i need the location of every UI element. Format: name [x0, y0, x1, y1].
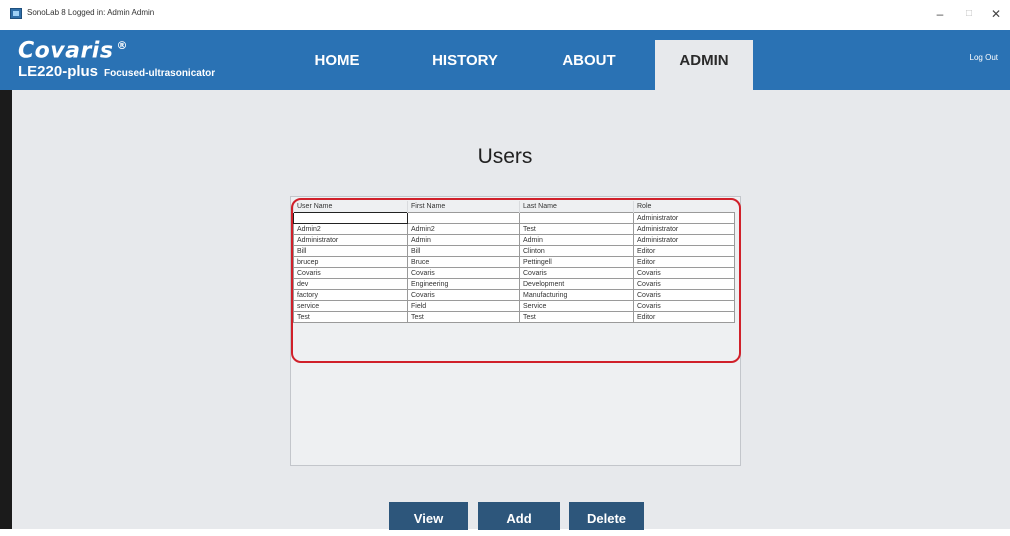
table-row[interactable]: Covaris Covaris Covaris Covaris	[293, 267, 735, 279]
last-name-cell[interactable]: Development	[519, 278, 634, 290]
first-name-cell[interactable]: Covaris	[407, 289, 520, 301]
table-row[interactable]: brucep Bruce Pettingell Editor	[293, 256, 735, 268]
user-name-cell[interactable]: Admin2	[293, 223, 408, 235]
col-header-first-name[interactable]: First Name	[407, 201, 520, 213]
first-name-cell[interactable]: Bruce	[407, 256, 520, 268]
table-row[interactable]: Test Test Test Editor	[293, 311, 735, 323]
first-name-cell[interactable]: Bill	[407, 245, 520, 257]
first-name-cell[interactable]: Admin	[407, 234, 520, 246]
close-button[interactable]: ✕	[984, 6, 1008, 22]
col-header-user-name[interactable]: User Name	[293, 201, 408, 213]
table-row[interactable]: Bill Bill Clinton Editor	[293, 245, 735, 257]
role-cell[interactable]: Covaris	[633, 267, 735, 279]
user-name-cell[interactable]: dev	[293, 278, 408, 290]
nav-home[interactable]: HOME	[282, 30, 392, 90]
first-name-cell[interactable]: Covaris	[407, 267, 520, 279]
user-name-cell[interactable]: Covaris	[293, 267, 408, 279]
user-name-cell[interactable]: Bill	[293, 245, 408, 257]
users-table-body: Administrator Admin2 Admin2 Test Administrat…	[293, 212, 735, 323]
role-cell[interactable]: Administrator	[633, 212, 735, 224]
first-name-cell[interactable]: Admin2	[407, 223, 520, 235]
first-name-cell[interactable]: Engineering	[407, 278, 520, 290]
registered-mark: ®	[116, 39, 128, 52]
brand-model: LE220-plus	[18, 63, 99, 81]
last-name-cell[interactable]: Test	[519, 223, 634, 235]
last-name-cell[interactable]: Service	[519, 300, 634, 312]
delete-button[interactable]: Delete	[569, 502, 644, 530]
role-cell[interactable]: Editor	[633, 311, 735, 323]
brand-description: Focused-ultrasonicator	[104, 68, 216, 80]
role-cell[interactable]: Covaris	[633, 300, 735, 312]
window-title-bar: SonoLab 8 Logged in: Admin Admin – □ ✕	[0, 0, 1010, 30]
nav-history[interactable]: HISTORY	[405, 30, 525, 90]
view-button[interactable]: View	[389, 502, 468, 530]
brand-logo: Covaris ® LE220-plus Focused-ultrasonicato…	[18, 32, 215, 83]
table-row[interactable]: Administrator	[293, 212, 735, 224]
last-name-cell[interactable]	[519, 212, 634, 224]
last-name-cell[interactable]: Covaris	[519, 267, 634, 279]
logout-link[interactable]: Log Out	[970, 53, 998, 62]
first-name-cell[interactable]	[407, 212, 520, 224]
table-row[interactable]: service Field Service Covaris	[293, 300, 735, 312]
first-name-cell[interactable]: Field	[407, 300, 520, 312]
user-name-cell[interactable]: factory	[293, 289, 408, 301]
table-row[interactable]: factory Covaris Manufacturing Covaris	[293, 289, 735, 301]
table-row[interactable]: dev Engineering Development Covaris	[293, 278, 735, 290]
last-name-cell[interactable]: Admin	[519, 234, 634, 246]
nav-about[interactable]: ABOUT	[535, 30, 643, 90]
role-cell[interactable]: Administrator	[633, 234, 735, 246]
users-table: User Name First Name Last Name Role Admi…	[293, 201, 735, 323]
role-cell[interactable]: Editor	[633, 245, 735, 257]
user-name-cell[interactable]: Administrator	[293, 234, 408, 246]
role-cell[interactable]: Administrator	[633, 223, 735, 235]
user-name-cell[interactable]	[293, 212, 408, 224]
minimize-button[interactable]: –	[928, 6, 952, 22]
app-icon	[10, 8, 22, 19]
brand-name: Covaris	[18, 38, 114, 64]
user-name-cell[interactable]: service	[293, 300, 408, 312]
col-header-role[interactable]: Role	[633, 201, 735, 213]
page-title: Users	[477, 145, 533, 168]
col-header-last-name[interactable]: Last Name	[519, 201, 634, 213]
table-row[interactable]: Administrator Admin Admin Administrator	[293, 234, 735, 246]
last-name-cell[interactable]: Test	[519, 311, 634, 323]
add-button[interactable]: Add	[478, 502, 560, 530]
table-row[interactable]: Admin2 Admin2 Test Administrator	[293, 223, 735, 235]
last-name-cell[interactable]: Manufacturing	[519, 289, 634, 301]
app-header: Covaris ® LE220-plus Focused-ultrasonicato…	[0, 30, 1010, 102]
window-title: SonoLab 8 Logged in: Admin Admin	[27, 8, 155, 17]
user-name-cell[interactable]: brucep	[293, 256, 408, 268]
role-cell[interactable]: Editor	[633, 256, 735, 268]
user-name-cell[interactable]: Test	[293, 311, 408, 323]
first-name-cell[interactable]: Test	[407, 311, 520, 323]
table-header-row: User Name First Name Last Name Role	[293, 201, 735, 213]
role-cell[interactable]: Covaris	[633, 278, 735, 290]
role-cell[interactable]: Covaris	[633, 289, 735, 301]
maximize-button[interactable]: □	[957, 6, 981, 22]
last-name-cell[interactable]: Pettingell	[519, 256, 634, 268]
last-name-cell[interactable]: Clinton	[519, 245, 634, 257]
